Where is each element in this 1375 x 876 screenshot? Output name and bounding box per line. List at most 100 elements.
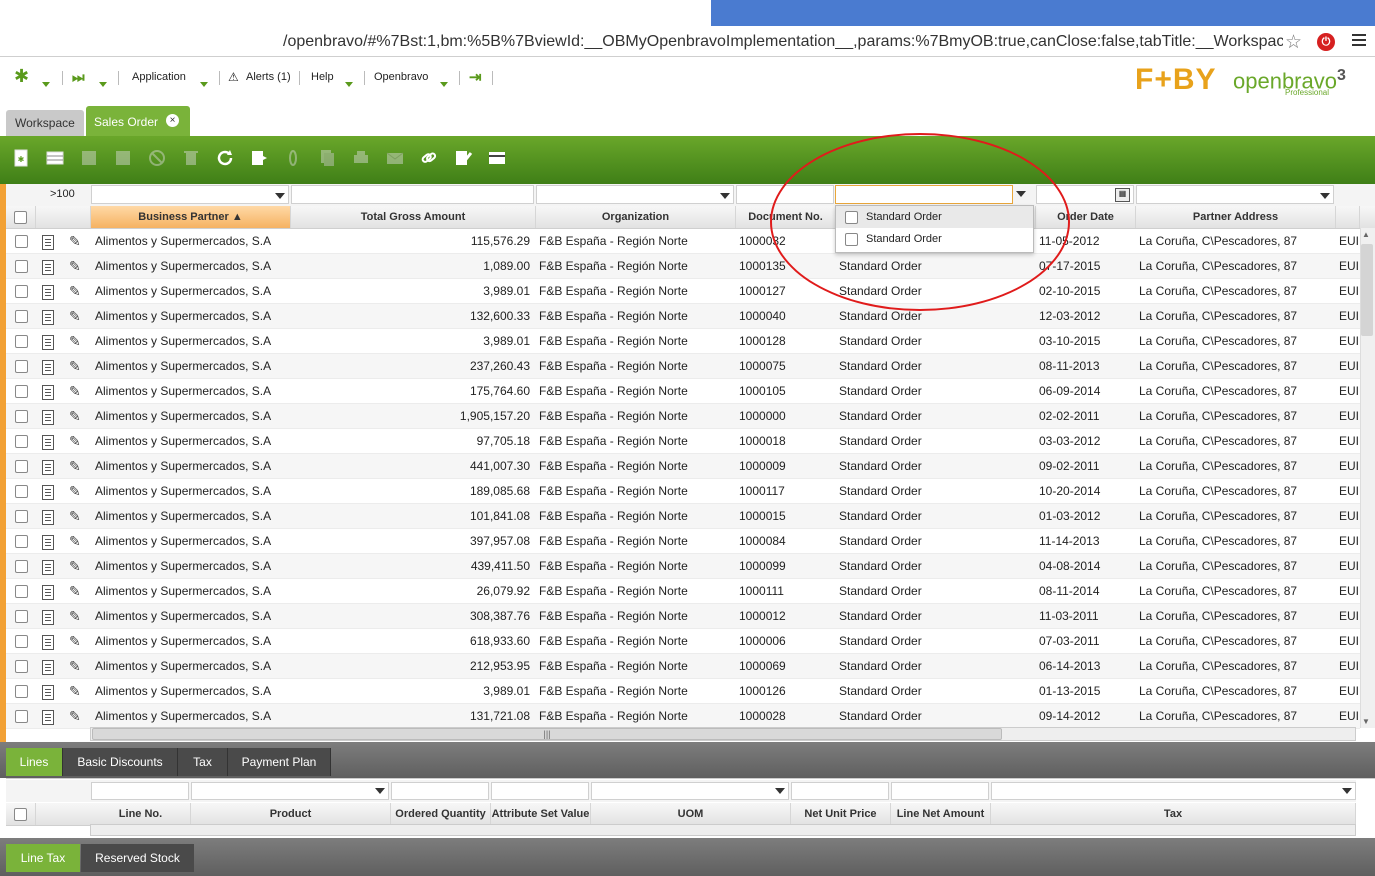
table-row[interactable]: ✎ Alimentos y Supermercados, S.A 308,387.7… [6, 604, 1360, 629]
logout-icon[interactable]: ⇥ [469, 68, 482, 86]
row-checkbox[interactable] [15, 310, 28, 323]
lines-filter-tax[interactable] [991, 782, 1356, 800]
row-checkbox[interactable] [15, 660, 28, 673]
open-form-icon[interactable] [42, 685, 54, 700]
refresh-icon[interactable] [212, 145, 238, 171]
alert-icon[interactable]: ⚠ [228, 70, 239, 84]
table-row[interactable]: ✎ Alimentos y Supermercados, S.A 26,079.92… [6, 579, 1360, 604]
subtab-tax[interactable]: Tax [178, 748, 228, 776]
header-organization[interactable]: Organization [536, 206, 736, 228]
subtab-line-tax[interactable]: Line Tax [6, 844, 80, 872]
table-row[interactable]: ✎ Alimentos y Supermercados, S.A 1,089.00 F… [6, 254, 1360, 279]
chevron-down-icon[interactable] [375, 788, 385, 794]
subtab-reserved-stock[interactable]: Reserved Stock [81, 844, 194, 872]
subtab-basic-discounts[interactable]: Basic Discounts [63, 748, 178, 776]
open-form-icon[interactable] [42, 360, 54, 375]
edit-pencil-icon[interactable]: ✎ [69, 708, 81, 725]
chevron-down-icon[interactable] [775, 788, 785, 794]
save-icon[interactable] [76, 145, 102, 171]
lines-header-line-no[interactable]: Line No. [91, 803, 191, 825]
open-form-icon[interactable] [42, 410, 54, 425]
scroll-up-icon[interactable]: ▲ [1362, 230, 1370, 239]
open-form-icon[interactable] [42, 385, 54, 400]
header-business-partner[interactable]: Business Partner ▲ [91, 206, 291, 228]
table-row[interactable]: ✎ Alimentos y Supermercados, S.A 1,905,157… [6, 404, 1360, 429]
edit-pencil-icon[interactable]: ✎ [69, 333, 81, 350]
subtab-lines[interactable]: Lines [6, 748, 63, 776]
open-form-icon[interactable] [42, 710, 54, 725]
openbravo-dropdown[interactable] [440, 76, 448, 90]
lines-header-line-net-amount[interactable]: Line Net Amount [891, 803, 991, 825]
edit-pencil-icon[interactable]: ✎ [69, 508, 81, 525]
table-row[interactable]: ✎ Alimentos y Supermercados, S.A 3,989.01 F… [6, 679, 1360, 704]
row-checkbox[interactable] [15, 410, 28, 423]
row-checkbox[interactable] [15, 685, 28, 698]
open-form-icon[interactable] [42, 310, 54, 325]
edit-pencil-icon[interactable]: ✎ [69, 558, 81, 575]
attachment-icon[interactable] [280, 145, 306, 171]
row-checkbox[interactable] [15, 335, 28, 348]
row-checkbox[interactable] [15, 635, 28, 648]
lines-select-all[interactable] [6, 803, 36, 825]
edit-pencil-icon[interactable]: ✎ [69, 583, 81, 600]
edit-pencil-icon[interactable]: ✎ [69, 533, 81, 550]
open-form-icon[interactable] [42, 510, 54, 525]
openbravo-menu[interactable]: Openbravo [374, 71, 428, 83]
lines-header-ordered-qty[interactable]: Ordered Quantity [391, 803, 491, 825]
row-checkbox[interactable] [15, 285, 28, 298]
help-menu[interactable]: Help [311, 71, 334, 83]
table-row[interactable]: ✎ Alimentos y Supermercados, S.A 439,411.5… [6, 554, 1360, 579]
table-row[interactable]: ✎ Alimentos y Supermercados, S.A 131,721.0… [6, 704, 1360, 729]
quick-launch-icon[interactable]: ⏭ [72, 69, 85, 86]
open-form-icon[interactable] [42, 260, 54, 275]
row-checkbox[interactable] [15, 235, 28, 248]
row-checkbox[interactable] [15, 435, 28, 448]
lines-header-attribute-set[interactable]: Attribute Set Value [491, 803, 591, 825]
lines-filter-uom[interactable] [591, 782, 789, 800]
edit-pencil-icon[interactable]: ✎ [69, 358, 81, 375]
calendar-icon[interactable]: ▦ [1115, 188, 1130, 202]
tab-sales-order[interactable]: Sales Order × [86, 106, 190, 136]
select-all-checkbox[interactable] [14, 211, 27, 224]
delete-icon[interactable] [178, 145, 204, 171]
scroll-down-icon[interactable]: ▼ [1362, 717, 1370, 726]
edit-pencil-icon[interactable]: ✎ [69, 433, 81, 450]
lines-filter-product[interactable] [191, 782, 389, 800]
row-checkbox[interactable] [15, 260, 28, 273]
table-row[interactable]: ✎ Alimentos y Supermercados, S.A 115,576.2… [6, 229, 1360, 254]
quick-launch-dropdown[interactable] [99, 76, 107, 90]
table-row[interactable]: ✎ Alimentos y Supermercados, S.A 189,085.6… [6, 479, 1360, 504]
stop-icon[interactable]: ⏻ [1317, 33, 1335, 51]
edit-pencil-icon[interactable]: ✎ [69, 608, 81, 625]
edit-pencil-icon[interactable]: ✎ [69, 383, 81, 400]
table-row[interactable]: ✎ Alimentos y Supermercados, S.A 175,764.6… [6, 379, 1360, 404]
bookmark-star-icon[interactable]: ☆ [1285, 31, 1302, 54]
edit-pencil-icon[interactable]: ✎ [69, 483, 81, 500]
header-select-all[interactable] [6, 206, 36, 228]
row-checkbox[interactable] [15, 460, 28, 473]
table-row[interactable]: ✎ Alimentos y Supermercados, S.A 618,933.6… [6, 629, 1360, 654]
filter-organization[interactable] [536, 185, 734, 204]
row-checkbox[interactable] [15, 560, 28, 573]
table-row[interactable]: ✎ Alimentos y Supermercados, S.A 237,260.4… [6, 354, 1360, 379]
application-dropdown[interactable] [200, 76, 208, 90]
open-form-icon[interactable] [42, 285, 54, 300]
open-form-icon[interactable] [42, 460, 54, 475]
open-form-icon[interactable] [42, 560, 54, 575]
edit-pencil-icon[interactable]: ✎ [69, 233, 81, 250]
table-row[interactable]: ✎ Alimentos y Supermercados, S.A 132,600.3… [6, 304, 1360, 329]
row-checkbox[interactable] [15, 610, 28, 623]
edit-pencil-icon[interactable]: ✎ [69, 458, 81, 475]
print-icon[interactable] [348, 145, 374, 171]
audit-trail-icon[interactable] [450, 145, 476, 171]
open-form-icon[interactable] [42, 235, 54, 250]
chevron-down-icon[interactable] [720, 193, 730, 199]
open-form-icon[interactable] [42, 335, 54, 350]
filter-business-partner[interactable] [91, 185, 289, 204]
browser-menu-icon[interactable] [1352, 34, 1366, 48]
edit-pencil-icon[interactable]: ✎ [69, 633, 81, 650]
lines-filter-quantity[interactable] [391, 782, 489, 800]
edit-pencil-icon[interactable]: ✎ [69, 258, 81, 275]
grid-view-icon[interactable] [484, 145, 510, 171]
edit-pencil-icon[interactable]: ✎ [69, 683, 81, 700]
